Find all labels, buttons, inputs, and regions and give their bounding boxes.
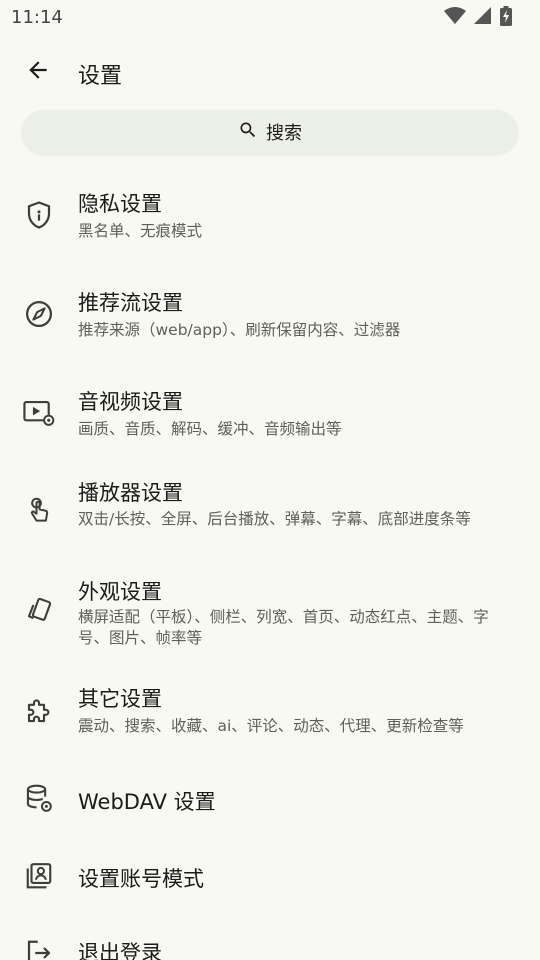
- back-button[interactable]: [14, 48, 62, 96]
- item-subtitle: 推荐来源（web/app）、刷新保留内容、过滤器: [78, 321, 401, 339]
- item-subtitle: 画质、音质、解码、缓冲、音频输出等: [78, 420, 342, 438]
- search-icon: [238, 120, 258, 144]
- search-label: 搜索: [266, 123, 302, 144]
- item-title: WebDAV 设置: [78, 790, 216, 814]
- settings-item-audio-video[interactable]: 音视频设置 画质、音质、解码、缓冲、音频输出等: [0, 378, 540, 454]
- arrow-back-icon: [25, 57, 51, 87]
- settings-item-feed[interactable]: 推荐流设置 推荐来源（web/app）、刷新保留内容、过滤器: [0, 279, 540, 355]
- item-title: 外观设置: [78, 580, 162, 604]
- item-subtitle: 双击/长按、全屏、后台播放、弹幕、字幕、底部进度条等: [78, 510, 471, 528]
- item-title: 音视频设置: [78, 390, 183, 414]
- settings-item-account-mode[interactable]: 设置账号模式: [0, 848, 540, 906]
- page-title: 设置: [78, 64, 123, 89]
- battery-charging-icon: [500, 6, 512, 26]
- search-bar[interactable]: 搜索: [22, 110, 518, 154]
- wifi-icon: [444, 7, 466, 25]
- extension-puzzle-icon: [22, 694, 56, 728]
- status-icons: [444, 6, 512, 26]
- item-title: 其它设置: [78, 687, 162, 711]
- video-settings-icon: [22, 396, 56, 430]
- settings-item-other[interactable]: 其它设置 震动、搜索、收藏、ai、评论、动态、代理、更新检查等: [0, 675, 540, 751]
- status-time: 11:14: [11, 7, 63, 28]
- item-subtitle: 黑名单、无痕模式: [78, 222, 203, 240]
- item-title: 退出登录: [78, 941, 162, 960]
- settings-item-player[interactable]: 播放器设置 双击/长按、全屏、后台播放、弹幕、字幕、底部进度条等: [0, 469, 540, 553]
- settings-item-webdav[interactable]: WebDAV 设置: [0, 770, 540, 828]
- settings-item-appearance[interactable]: 外观设置 横屏适配（平板）、侧栏、列宽、首页、动态红点、主题、字号、图片、帧率等: [0, 567, 540, 653]
- cell-signal-icon: [474, 7, 492, 25]
- settings-item-logout[interactable]: 退出登录: [0, 928, 540, 960]
- item-title: 设置账号模式: [78, 867, 204, 891]
- shield-icon: [22, 198, 56, 232]
- item-subtitle: 横屏适配（平板）、侧栏、列宽、首页、动态红点、主题、字号、图片、帧率等: [78, 608, 489, 647]
- status-bar: 11:14: [0, 0, 540, 36]
- logout-icon: [22, 936, 56, 960]
- app-bar: 设置: [0, 40, 540, 104]
- touch-app-icon: [22, 493, 56, 527]
- database-settings-icon: [22, 782, 56, 816]
- item-title: 播放器设置: [78, 481, 183, 505]
- item-title: 隐私设置: [78, 192, 162, 216]
- compass-icon: [22, 297, 56, 331]
- settings-item-privacy[interactable]: 隐私设置 黑名单、无痕模式: [0, 180, 540, 256]
- style-cards-icon: [22, 593, 56, 627]
- item-subtitle: 震动、搜索、收藏、ai、评论、动态、代理、更新检查等: [78, 717, 464, 735]
- account-box-icon: [22, 859, 56, 893]
- item-title: 推荐流设置: [78, 291, 183, 315]
